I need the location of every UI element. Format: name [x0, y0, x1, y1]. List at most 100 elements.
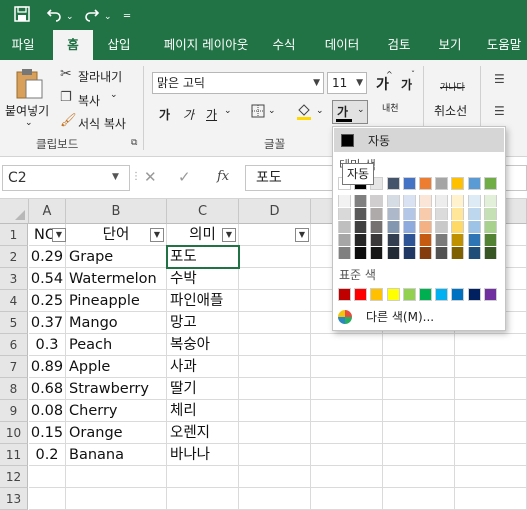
cell[interactable]: Cherry: [66, 400, 167, 422]
cell[interactable]: 0.15: [29, 422, 66, 444]
theme-color-shade-swatch[interactable]: [354, 221, 368, 233]
theme-color-shade-swatch[interactable]: [483, 208, 497, 220]
cell[interactable]: 0.25: [29, 290, 66, 312]
cell[interactable]: [383, 488, 455, 510]
theme-color-shade-swatch[interactable]: [467, 221, 481, 233]
phonetic-button[interactable]: 내천: [382, 104, 399, 114]
theme-color-shade-swatch[interactable]: [435, 234, 449, 246]
row-header[interactable]: 12: [0, 466, 28, 488]
cell[interactable]: 사과: [167, 356, 239, 378]
undo-dropdown-icon[interactable]: ⌄: [66, 8, 74, 26]
cell[interactable]: [66, 488, 167, 510]
theme-color-shade-swatch[interactable]: [386, 221, 400, 233]
cell[interactable]: Mango: [66, 312, 167, 334]
scissors-icon[interactable]: ✂: [60, 66, 72, 82]
align-left-icon[interactable]: ☰: [494, 104, 505, 118]
paste-icon[interactable]: [14, 68, 44, 103]
theme-color-shade-swatch[interactable]: [338, 234, 351, 246]
theme-color-shade-swatch[interactable]: [338, 195, 351, 207]
theme-color-shade-swatch[interactable]: [402, 247, 416, 259]
row-header[interactable]: 10: [0, 422, 28, 444]
tab-review[interactable]: 검토: [378, 30, 420, 60]
cell[interactable]: [311, 378, 383, 400]
tab-formulas[interactable]: 수식: [264, 30, 304, 60]
align-top-icon[interactable]: ☰: [494, 72, 505, 86]
theme-color-shade-swatch[interactable]: [354, 247, 368, 259]
tab-home[interactable]: 홈: [53, 30, 93, 60]
filter-dropdown-button[interactable]: ▼: [52, 228, 66, 242]
cell[interactable]: [455, 466, 527, 488]
tab-data[interactable]: 데이터: [318, 30, 366, 60]
theme-color-swatch[interactable]: [419, 177, 432, 190]
column-header[interactable]: B: [66, 199, 167, 224]
name-box[interactable]: C2: [2, 165, 130, 191]
underline-button[interactable]: 가: [206, 106, 217, 123]
cell[interactable]: [29, 488, 66, 510]
cell[interactable]: [455, 422, 527, 444]
cell[interactable]: [455, 400, 527, 422]
fill-color-icon[interactable]: [296, 102, 312, 123]
cell[interactable]: 복숭아: [167, 334, 239, 356]
cell[interactable]: 오렌지: [167, 422, 239, 444]
theme-color-shade-swatch[interactable]: [467, 195, 481, 207]
cell[interactable]: [239, 356, 311, 378]
theme-color-shade-swatch[interactable]: [370, 208, 384, 220]
more-colors-option[interactable]: 다른 색(M)...: [338, 308, 498, 326]
clipboard-launcher-icon[interactable]: ⧉: [131, 138, 137, 148]
standard-color-swatch[interactable]: [338, 288, 351, 301]
theme-color-shade-swatch[interactable]: [402, 221, 416, 233]
theme-color-swatch[interactable]: [467, 177, 481, 190]
theme-color-swatch[interactable]: [451, 177, 465, 190]
theme-color-shade-swatch[interactable]: [338, 208, 351, 220]
theme-color-shade-swatch[interactable]: [402, 195, 416, 207]
theme-color-shade-swatch[interactable]: [370, 247, 384, 259]
standard-color-swatch[interactable]: [419, 288, 432, 301]
cell[interactable]: [311, 422, 383, 444]
redo-icon[interactable]: [84, 6, 100, 26]
format-painter-icon[interactable]: 🖌: [60, 113, 77, 128]
cell[interactable]: [239, 268, 311, 290]
filter-dropdown-button[interactable]: ▼: [222, 228, 236, 242]
row-header[interactable]: 5: [0, 312, 28, 334]
theme-color-shade-swatch[interactable]: [467, 247, 481, 259]
insert-function-icon[interactable]: fx: [217, 169, 229, 184]
row-header[interactable]: 9: [0, 400, 28, 422]
customize-toolbar-icon[interactable]: ═: [124, 8, 130, 26]
row-header[interactable]: 8: [0, 378, 28, 400]
standard-color-swatch[interactable]: [467, 288, 481, 301]
tab-view[interactable]: 보기: [430, 30, 470, 60]
theme-color-shade-swatch[interactable]: [370, 221, 384, 233]
theme-color-shade-swatch[interactable]: [370, 234, 384, 246]
filter-dropdown-button[interactable]: ▼: [295, 228, 309, 242]
cell[interactable]: [239, 488, 311, 510]
cell[interactable]: Apple: [66, 356, 167, 378]
theme-color-shade-swatch[interactable]: [419, 208, 432, 220]
theme-color-shade-swatch[interactable]: [419, 247, 432, 259]
theme-color-shade-swatch[interactable]: [483, 234, 497, 246]
enter-icon[interactable]: ✓: [178, 168, 191, 186]
theme-color-shade-swatch[interactable]: [354, 208, 368, 220]
theme-color-shade-swatch[interactable]: [435, 208, 449, 220]
cell[interactable]: 0.54: [29, 268, 66, 290]
cell[interactable]: [167, 466, 239, 488]
cut-button[interactable]: 잘라내기: [78, 68, 122, 85]
border-icon[interactable]: [251, 104, 265, 121]
cell[interactable]: 0.08: [29, 400, 66, 422]
cell[interactable]: 0.3: [29, 334, 66, 356]
font-color-button[interactable]: 가 ⌄: [332, 100, 368, 124]
font-size-combo[interactable]: 11 ▼: [327, 72, 367, 94]
standard-color-swatch[interactable]: [370, 288, 384, 301]
paste-dropdown-icon[interactable]: ⌄: [25, 118, 33, 128]
cell[interactable]: 딸기: [167, 378, 239, 400]
cell[interactable]: Pineapple: [66, 290, 167, 312]
cancel-icon[interactable]: ✕: [144, 168, 157, 186]
theme-color-shade-swatch[interactable]: [354, 195, 368, 207]
cell[interactable]: Orange: [66, 422, 167, 444]
cell[interactable]: [455, 488, 527, 510]
theme-color-shade-swatch[interactable]: [354, 234, 368, 246]
row-header[interactable]: 3: [0, 268, 28, 290]
cell[interactable]: [311, 488, 383, 510]
cell[interactable]: 수박: [167, 268, 239, 290]
cell[interactable]: Watermelon: [66, 268, 167, 290]
cell[interactable]: 0.89: [29, 356, 66, 378]
